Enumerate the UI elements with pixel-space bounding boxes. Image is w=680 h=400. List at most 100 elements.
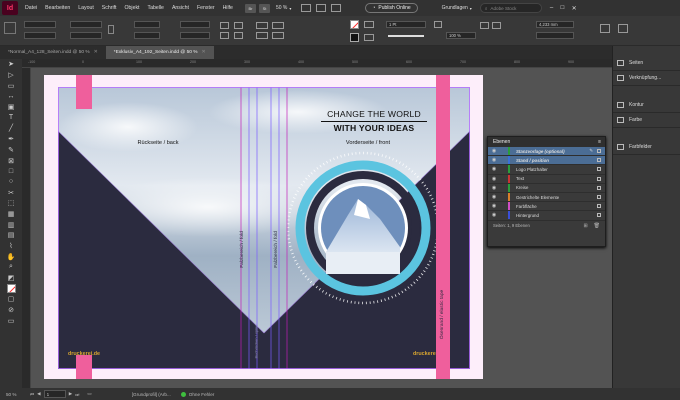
- open-page-icon[interactable]: ▭: [87, 391, 91, 397]
- preflight-profile[interactable]: [Grundprofil] (Arb...: [132, 392, 171, 397]
- constrain-link-icon[interactable]: [108, 25, 114, 34]
- gradient-tool-icon[interactable]: ▦: [0, 209, 22, 220]
- eye-icon[interactable]: ◉: [490, 194, 498, 200]
- screen-mode-icon[interactable]: ▭: [0, 316, 22, 327]
- fold-label-right[interactable]: Falzbereich / fold: [274, 231, 279, 268]
- fx-icon[interactable]: [434, 21, 442, 28]
- opacity-field[interactable]: 100 %: [446, 32, 476, 39]
- reference-point-icon[interactable]: [4, 22, 16, 34]
- elastic-tape-label[interactable]: Ösenrand / elastic tape: [441, 289, 446, 338]
- stroke-swatch[interactable]: [350, 33, 359, 42]
- pencil-tool-icon[interactable]: ✎: [0, 145, 22, 156]
- height-field[interactable]: [70, 32, 102, 39]
- next-page-icon[interactable]: ▶: [69, 391, 73, 397]
- zoom-level[interactable]: 50 %: [6, 392, 26, 397]
- line-tool-icon[interactable]: ╱: [0, 123, 22, 134]
- close-icon[interactable]: ✕: [94, 50, 98, 55]
- panel-farbfelder[interactable]: Farbfelder: [613, 140, 680, 155]
- panel-menu-icon[interactable]: [618, 24, 628, 33]
- spine-label[interactable]: Buchrücken / spine: [254, 324, 259, 358]
- headline-line-2[interactable]: WITH YOUR IDEAS: [318, 123, 430, 133]
- zoom-value[interactable]: 50 %: [276, 5, 287, 11]
- cover-artwork[interactable]: Rückseite / back Vorderseite / front CHA…: [58, 87, 470, 369]
- dimension-field[interactable]: 4,233 mm: [536, 21, 574, 28]
- zoom-tool-icon[interactable]: ⌕: [0, 262, 22, 273]
- layer-row[interactable]: ◉ Gestrichelte Elemente: [488, 193, 605, 203]
- stroke-weight-field[interactable]: 1 Pt: [386, 21, 426, 28]
- layer-target-icon[interactable]: [597, 195, 601, 200]
- y-field[interactable]: [24, 32, 56, 39]
- fill-dropdown[interactable]: [364, 21, 374, 28]
- corner-field[interactable]: [536, 32, 574, 39]
- layer-target-icon[interactable]: [597, 149, 601, 154]
- content-collector-icon[interactable]: ▣: [0, 102, 22, 113]
- first-page-icon[interactable]: ⏮: [30, 392, 34, 397]
- workspace-switcher[interactable]: Grundlagen: [442, 5, 468, 11]
- front-label[interactable]: Vorderseite / front: [323, 140, 413, 146]
- menu-schrift[interactable]: Schrift: [98, 5, 121, 11]
- stock-search-input[interactable]: ⌕ Adobe Stock: [479, 3, 542, 13]
- x-field[interactable]: [24, 21, 56, 28]
- note-tool-icon[interactable]: ▤: [0, 230, 22, 241]
- menu-hilfe[interactable]: Hilfe: [219, 5, 237, 11]
- panel-farbe[interactable]: Farbe: [613, 113, 680, 128]
- tab-normal[interactable]: *Normal_A4_128_Seiten.indd @ 50 % ✕: [0, 46, 106, 59]
- headline-line-1[interactable]: CHANGE THE WORLD: [318, 109, 430, 119]
- maximize-icon[interactable]: ☐: [560, 5, 564, 11]
- layer-row[interactable]: ◉ Logo Platzhalter: [488, 165, 605, 175]
- gradient-feather-tool-icon[interactable]: ▥: [0, 219, 22, 230]
- formatting-container-icon[interactable]: ▢: [0, 294, 22, 305]
- rotate-ccw-icon[interactable]: [234, 22, 243, 29]
- layers-panel-header[interactable]: Ebenen ≡: [488, 137, 605, 147]
- layer-row[interactable]: ◉ Kreise: [488, 183, 605, 193]
- layer-row[interactable]: ◉ Text: [488, 174, 605, 184]
- fill-stroke-swatch-icon[interactable]: [0, 283, 22, 294]
- select-prev-icon[interactable]: [272, 22, 284, 29]
- panel-kontur[interactable]: Kontur: [613, 98, 680, 113]
- trash-icon[interactable]: 🗑: [594, 223, 600, 229]
- apply-none-icon[interactable]: ⊘: [0, 305, 22, 316]
- layer-target-icon[interactable]: [597, 158, 601, 163]
- text-wrap-2-icon[interactable]: [492, 22, 501, 29]
- eye-icon[interactable]: ◉: [490, 166, 498, 172]
- layer-target-icon[interactable]: [597, 167, 601, 172]
- rectangle-frame-tool-icon[interactable]: ⊠: [0, 155, 22, 166]
- pink-tab-top[interactable]: [76, 75, 92, 109]
- close-icon[interactable]: ✕: [572, 5, 577, 12]
- layer-target-icon[interactable]: [597, 176, 601, 181]
- eyedropper-tool-icon[interactable]: ⌇: [0, 241, 22, 252]
- text-wrap-icon[interactable]: [480, 22, 489, 29]
- close-icon[interactable]: ✕: [202, 50, 206, 55]
- stroke-dropdown[interactable]: [364, 34, 374, 41]
- menu-layout[interactable]: Layout: [74, 5, 98, 11]
- scissors-tool-icon[interactable]: ✂: [0, 187, 22, 198]
- preflight-status[interactable]: Ohne Fehler: [189, 392, 215, 397]
- menu-fenster[interactable]: Fenster: [193, 5, 219, 11]
- chevron-down-icon[interactable]: ▾: [470, 6, 472, 11]
- new-layer-icon[interactable]: ⊞: [583, 223, 587, 229]
- select-next-icon[interactable]: [272, 32, 284, 39]
- fill-none-swatch[interactable]: [350, 20, 359, 29]
- eye-icon[interactable]: ◉: [490, 203, 498, 209]
- eye-icon[interactable]: ◉: [490, 176, 498, 182]
- panel-menu-icon[interactable]: ≡: [598, 139, 601, 145]
- back-label[interactable]: Rückseite / back: [98, 140, 218, 146]
- select-content-icon[interactable]: [256, 32, 268, 39]
- bridge-icon[interactable]: Br: [244, 3, 256, 13]
- width-field[interactable]: [70, 21, 102, 28]
- menu-tabelle[interactable]: Tabelle: [144, 5, 168, 11]
- pen-tool-icon[interactable]: ✒: [0, 134, 22, 145]
- layer-target-icon[interactable]: [597, 204, 601, 209]
- minimize-icon[interactable]: –: [550, 5, 553, 11]
- layer-row[interactable]: ◉ Farbfläche: [488, 202, 605, 212]
- eye-icon[interactable]: ◉: [490, 185, 498, 191]
- layer-row[interactable]: ◉ Stanzvorlage (optional) ✎: [488, 147, 605, 157]
- gap-tool-icon[interactable]: ↔: [0, 91, 22, 102]
- menu-datei[interactable]: Datei: [21, 5, 41, 11]
- shear-field[interactable]: [180, 32, 210, 39]
- direct-selection-tool-icon[interactable]: ▷: [0, 70, 22, 81]
- free-transform-tool-icon[interactable]: ⬚: [0, 198, 22, 209]
- last-page-icon[interactable]: ⏭: [75, 392, 79, 397]
- panel-seiten[interactable]: Seiten: [613, 56, 680, 71]
- scale-x-field[interactable]: [134, 21, 160, 28]
